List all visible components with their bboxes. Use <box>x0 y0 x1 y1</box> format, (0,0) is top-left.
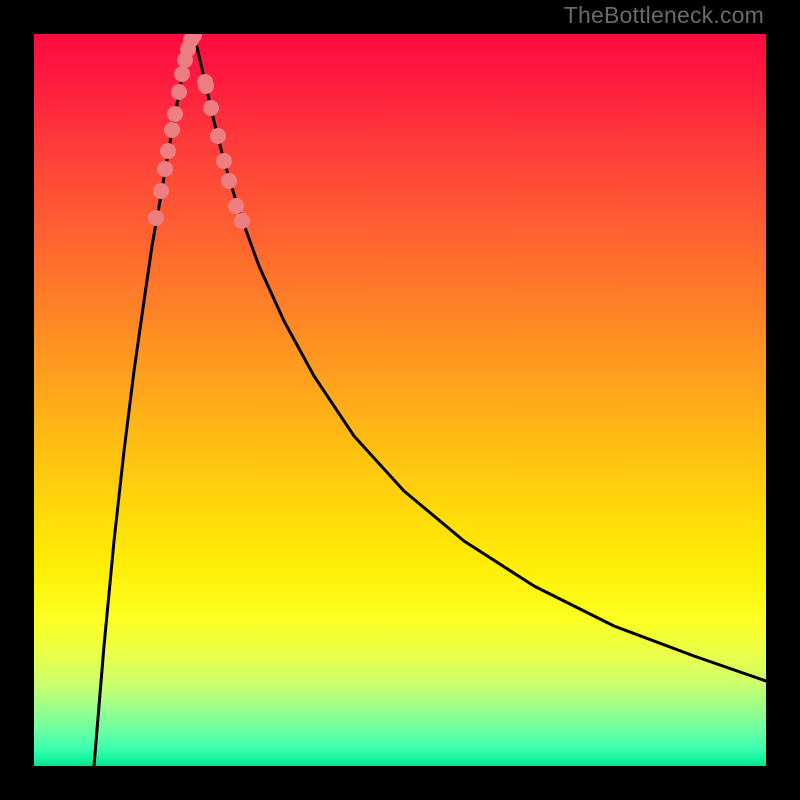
marker-point <box>157 161 173 177</box>
marker-point <box>234 213 250 229</box>
marker-point <box>167 106 183 122</box>
marker-point <box>160 143 176 159</box>
marker-point <box>174 66 190 82</box>
watermark-text: TheBottleneck.com <box>564 2 764 29</box>
marker-point <box>198 78 214 94</box>
marker-point <box>210 128 226 144</box>
plot-area <box>34 34 766 766</box>
marker-point <box>203 100 219 116</box>
marker-point <box>148 210 164 226</box>
marker-point <box>164 122 180 138</box>
marker-point <box>221 173 237 189</box>
chart-svg <box>34 34 766 766</box>
marker-point <box>153 183 169 199</box>
marker-point <box>216 153 232 169</box>
curves-group <box>94 35 766 766</box>
marker-point <box>171 84 187 100</box>
series-right-curve <box>194 35 766 681</box>
markers-group <box>148 34 250 229</box>
series-left-curve <box>94 35 194 766</box>
marker-point <box>228 198 244 214</box>
chart-frame: TheBottleneck.com <box>0 0 800 800</box>
